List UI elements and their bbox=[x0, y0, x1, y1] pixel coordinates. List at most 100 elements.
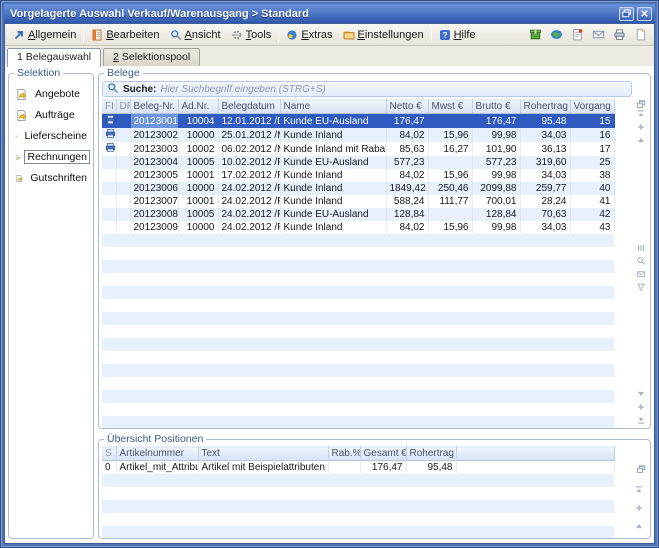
cell-ad-nr: 10002 bbox=[178, 142, 218, 156]
menu-item-ansicht[interactable]: Ansicht bbox=[165, 27, 226, 43]
column-header-Brutto €[interactable]: Brutto € bbox=[472, 100, 520, 114]
cell-rohertrag: 34,03 bbox=[520, 221, 570, 234]
columns-button[interactable] bbox=[636, 243, 646, 253]
cell-dr bbox=[116, 195, 130, 208]
cell-name: Kunde Inland bbox=[280, 221, 386, 234]
table-row[interactable]: 201230081000524.02.2012 /FrKunde EU-Ausl… bbox=[102, 208, 614, 221]
toolbar-page-button[interactable] bbox=[630, 27, 651, 42]
close-button[interactable] bbox=[637, 7, 652, 21]
cell-vorgang: 17 bbox=[570, 142, 614, 156]
sidebar-item-gutschriften[interactable]: Gutschriften bbox=[15, 171, 90, 185]
table-row[interactable]: 201230061000024.02.2012 /FrKunde Inland1… bbox=[102, 182, 614, 195]
cell-dr bbox=[116, 128, 130, 142]
empty-cell bbox=[102, 513, 614, 526]
menu-item-bearbeiten[interactable]: Bearbeiten bbox=[86, 27, 164, 43]
column-chooser-button[interactable] bbox=[636, 99, 646, 109]
column-header-Rab.%[interactable]: Rab.% bbox=[328, 447, 360, 461]
empty-row bbox=[102, 312, 614, 325]
svg-text:?: ? bbox=[442, 30, 447, 40]
row-printer-icon bbox=[105, 114, 116, 125]
window-client-area: Allgemein BearbeitenAnsicht Tools ExtrasEin… bbox=[4, 23, 655, 544]
column-header-Netto €[interactable]: Netto € bbox=[386, 100, 428, 114]
column-chooser-button[interactable] bbox=[636, 461, 646, 478]
column-header-Ad.Nr.[interactable]: Ad.Nr. bbox=[178, 100, 218, 114]
menu-item-tools[interactable]: Tools bbox=[226, 27, 277, 43]
scroll-down-icon bbox=[636, 389, 646, 399]
scroll-up-icon bbox=[636, 135, 646, 145]
cell-brutto: 128,84 bbox=[472, 208, 520, 221]
empty-row bbox=[102, 377, 614, 390]
column-header-Name[interactable]: Name bbox=[280, 100, 386, 114]
menu-item-allgemein[interactable]: Allgemein bbox=[8, 27, 81, 43]
scroll-up-button[interactable] bbox=[636, 135, 646, 145]
column-header-Gesamt €[interactable]: Gesamt € bbox=[360, 447, 406, 461]
scroll-top-button[interactable] bbox=[636, 109, 646, 119]
export-button[interactable] bbox=[636, 269, 646, 279]
cell-dr bbox=[116, 142, 130, 156]
scroll-up-button[interactable] bbox=[634, 518, 644, 535]
sidebar-item-angebote[interactable]: Angebote bbox=[15, 87, 90, 101]
empty-cell bbox=[102, 377, 614, 390]
empty-cell bbox=[102, 403, 614, 416]
filter-button[interactable] bbox=[636, 282, 646, 292]
cell-artikelnummer: Artikel_mit_Attributen bbox=[116, 461, 198, 474]
scroll-bottom-button[interactable] bbox=[636, 415, 646, 425]
table-row[interactable]: 201230031000206.02.2012 /MoKunde Inland … bbox=[102, 142, 614, 156]
tab-2-selektionspool[interactable]: 2 Selektionspool bbox=[103, 48, 200, 66]
toolbar-package-button[interactable] bbox=[525, 27, 546, 42]
cell-vorgang: 42 bbox=[570, 208, 614, 221]
search-input[interactable]: Hier Suchbegriff eingeben (STRG+S) bbox=[160, 84, 627, 95]
menu-item-label: Tools bbox=[246, 29, 272, 41]
menu-item-einstellungen[interactable]: Einstellungen bbox=[338, 27, 429, 43]
notebook-icon bbox=[91, 29, 103, 41]
add-icon bbox=[636, 122, 646, 132]
scroll-down-button[interactable] bbox=[636, 389, 646, 399]
notes-icon bbox=[571, 28, 584, 41]
menu-item-hilfe[interactable]: ? Hilfe bbox=[434, 27, 481, 43]
column-header-Beleg-Nr.[interactable]: Beleg-Nr. bbox=[130, 100, 178, 114]
column-header-Vorgang[interactable]: Vorgang bbox=[570, 100, 614, 114]
column-header-FI[interactable]: FI bbox=[102, 100, 116, 114]
toolbar-mail-button[interactable] bbox=[588, 27, 609, 42]
column-header-Rohertrag €[interactable]: Rohertrag € bbox=[406, 447, 456, 461]
table-row[interactable]: 201230011000412.01.2012 /DoKunde EU-Ausl… bbox=[102, 114, 614, 129]
toolbar-globe-button[interactable] bbox=[546, 27, 567, 42]
column-header-Mwst €[interactable]: Mwst € bbox=[428, 100, 472, 114]
sidebar-item-label: Gutschriften bbox=[27, 171, 90, 185]
table-row[interactable]: 0Artikel_mit_AttributenArtikel mit Beisp… bbox=[102, 461, 614, 474]
selektion-list: Angebote Aufträge Lieferscheine Rechnungen G… bbox=[11, 87, 91, 185]
menu-item-extras[interactable]: Extras bbox=[281, 27, 337, 43]
add-button[interactable] bbox=[634, 500, 644, 517]
table-row[interactable]: 201230041000510.02.2012 /FrKunde EU-Ausl… bbox=[102, 156, 614, 169]
right-column: Belege Suche: Hier Suchbegriff eingeben … bbox=[98, 67, 651, 539]
menu-item-label: Hilfe bbox=[454, 29, 476, 41]
column-header-Belegdatum[interactable]: Belegdatum bbox=[218, 100, 280, 114]
zoom-small-button[interactable] bbox=[636, 256, 646, 266]
column-header-Text[interactable]: Text bbox=[198, 447, 328, 461]
cell-gesamt: 176,47 bbox=[360, 461, 406, 474]
table-row[interactable]: 201230071000124.02.2012 /FrKunde Inland5… bbox=[102, 195, 614, 208]
cell-rohertrag: 28,24 bbox=[520, 195, 570, 208]
sidebar-item-lieferscheine[interactable]: Lieferscheine bbox=[15, 129, 90, 143]
tab-1-belegauswahl[interactable]: 1 Belegauswahl bbox=[7, 48, 101, 67]
add-button[interactable] bbox=[636, 122, 646, 132]
table-row[interactable]: 201230021000025.01.2012 /MiKunde Inland8… bbox=[102, 128, 614, 142]
cell-belegdatum: 10.02.2012 /Fr bbox=[218, 156, 280, 169]
sidebar-item-aufträge[interactable]: Aufträge bbox=[15, 108, 90, 122]
restore-button[interactable] bbox=[619, 7, 634, 21]
table-row[interactable]: 201230091000024.02.2012 /FrKunde Inland8… bbox=[102, 221, 614, 234]
add-icon bbox=[636, 402, 646, 412]
toolbar-printer-button[interactable] bbox=[609, 27, 630, 42]
column-header-blank[interactable] bbox=[456, 447, 614, 461]
column-header-Rohertrag €[interactable]: Rohertrag € bbox=[520, 100, 570, 114]
cell-text: Artikel mit Beispielattributen bbox=[198, 461, 328, 474]
cell-ad-nr: 10000 bbox=[178, 221, 218, 234]
column-header-Artikelnummer[interactable]: Artikelnummer bbox=[116, 447, 198, 461]
column-header-S[interactable]: S bbox=[102, 447, 116, 461]
sidebar-item-rechnungen[interactable]: Rechnungen bbox=[15, 150, 90, 164]
add-button[interactable] bbox=[636, 402, 646, 412]
scroll-top-button[interactable] bbox=[634, 482, 644, 499]
toolbar-notes-button[interactable] bbox=[567, 27, 588, 42]
table-row[interactable]: 201230051000117.02.2012 /FrKunde Inland8… bbox=[102, 169, 614, 182]
column-header-DR[interactable]: DR bbox=[116, 100, 130, 114]
